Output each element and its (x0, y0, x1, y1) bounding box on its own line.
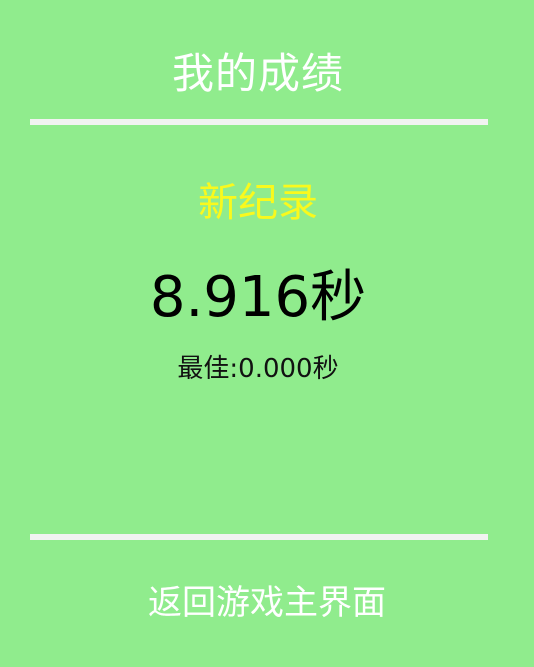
current-time: 8.916秒 (149, 265, 367, 330)
new-record-label: 新纪录 (198, 180, 318, 226)
return-to-main-menu-button[interactable]: 返回游戏主界面 (0, 575, 534, 631)
bottom-divider (30, 534, 488, 540)
page-title: 我的成绩 (171, 49, 344, 98)
best-time: 最佳:0.000秒 (177, 354, 339, 384)
top-divider (30, 119, 488, 125)
